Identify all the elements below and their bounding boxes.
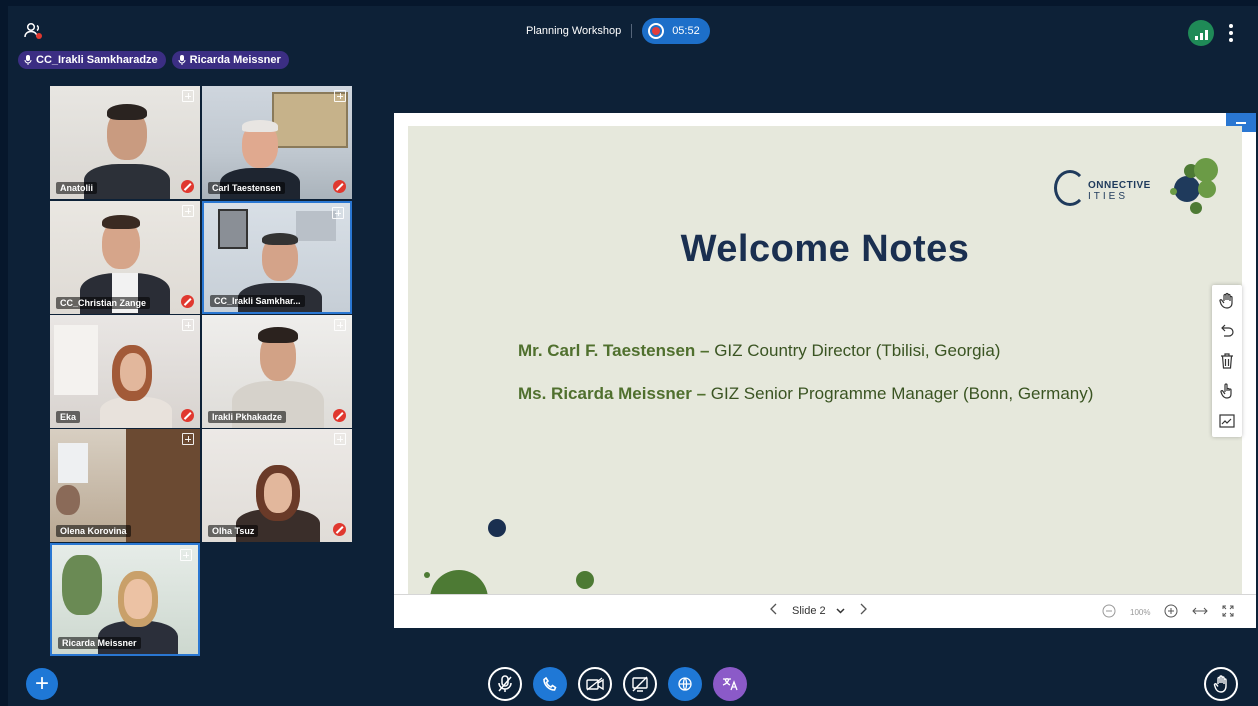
slide-line: Ms. Ricarda Meissner – GIZ Senior Progra… xyxy=(518,384,1094,403)
pointer-hand-icon[interactable] xyxy=(1215,378,1239,404)
participant-name: Olha Tsuz xyxy=(208,525,259,537)
expand-icon[interactable] xyxy=(182,319,194,331)
camera-off-icon[interactable] xyxy=(578,667,612,701)
muted-icon xyxy=(333,180,346,193)
talking-indicators: CC_Irakli Samkharadze Ricarda Meissner xyxy=(18,51,289,69)
decor-dot xyxy=(430,570,488,595)
video-tile[interactable]: Anatolii xyxy=(50,86,200,199)
plus-icon[interactable]: + xyxy=(26,668,58,700)
muted-icon xyxy=(181,295,194,308)
video-tile[interactable]: Olena Korovina xyxy=(50,429,200,542)
slide-navigation: Slide 2 xyxy=(770,603,867,618)
talker-name: CC_Irakli Samkharadze xyxy=(36,54,158,66)
participant-name: Irakli Pkhakadze xyxy=(208,411,287,423)
participant-name: Carl Taestensen xyxy=(208,182,285,194)
participant-name: Olena Korovina xyxy=(56,525,131,537)
meeting-title: Planning Workshop xyxy=(526,25,622,37)
recording-timer: 05:52 xyxy=(672,25,700,37)
previous-slide-icon[interactable] xyxy=(770,603,778,618)
expand-icon[interactable] xyxy=(334,319,346,331)
fullscreen-icon[interactable] xyxy=(1222,605,1234,619)
decor-dot xyxy=(576,571,594,589)
microphone-muted-icon[interactable] xyxy=(488,667,522,701)
participant-name: CC_Irakli Samkhar... xyxy=(210,295,305,307)
expand-icon[interactable] xyxy=(332,207,344,219)
slide-number: Slide 2 xyxy=(792,604,826,617)
participant-name: Anatolii xyxy=(56,182,97,194)
screen-share-off-icon[interactable] xyxy=(623,667,657,701)
divider xyxy=(631,24,633,38)
chevron-down-icon xyxy=(836,607,845,614)
slide: ONNECTIVE ITIES Welcome Notes Mr. Carl F… xyxy=(408,126,1242,595)
participant-name: CC_Christian Zange xyxy=(56,297,151,309)
globe-icon[interactable] xyxy=(668,667,702,701)
trash-icon[interactable] xyxy=(1215,348,1239,374)
next-slide-icon[interactable] xyxy=(859,603,867,618)
video-tile[interactable]: Carl Taestensen xyxy=(202,86,352,199)
expand-icon[interactable] xyxy=(182,433,194,445)
muted-icon xyxy=(181,180,194,193)
phone-audio-icon[interactable] xyxy=(533,667,567,701)
video-tile-active[interactable]: CC_Irakli Samkhar... xyxy=(202,201,352,314)
expand-icon[interactable] xyxy=(180,549,192,561)
video-tile[interactable]: CC_Christian Zange xyxy=(50,201,200,314)
expand-icon[interactable] xyxy=(182,205,194,217)
video-tile[interactable]: Olha Tsuz xyxy=(202,429,352,542)
meeting-header: Planning Workshop 05:52 xyxy=(526,18,710,44)
video-tile[interactable]: Irakli Pkhakadze xyxy=(202,315,352,428)
talker-name: Ricarda Meissner xyxy=(189,54,281,66)
participant-name: Ricarda Meissner xyxy=(58,637,141,649)
slide-line: Mr. Carl F. Taestensen – GIZ Country Dir… xyxy=(518,341,1001,360)
muted-icon xyxy=(181,409,194,422)
expand-icon[interactable] xyxy=(182,90,194,102)
zoom-in-icon[interactable] xyxy=(1164,604,1178,620)
recording-indicator[interactable]: 05:52 xyxy=(642,18,710,44)
video-tile-active[interactable]: Ricarda Meissner xyxy=(50,543,200,656)
connective-cities-logo: ONNECTIVE ITIES xyxy=(1052,158,1222,226)
connection-status-icon[interactable] xyxy=(1188,20,1214,46)
talker-pill[interactable]: CC_Irakli Samkharadze xyxy=(18,51,166,69)
slide-select[interactable]: Slide 2 xyxy=(792,605,845,617)
whiteboard-icon[interactable] xyxy=(1215,408,1239,434)
hand-pan-icon[interactable] xyxy=(1215,288,1239,314)
slide-title: Welcome Notes xyxy=(680,228,970,270)
zoom-controls: 100% xyxy=(1102,604,1234,620)
zoom-level: 100% xyxy=(1130,607,1151,617)
presentation-area: ONNECTIVE ITIES Welcome Notes Mr. Carl F… xyxy=(394,113,1256,628)
video-tile[interactable]: Eka xyxy=(50,315,200,428)
action-bar xyxy=(488,667,747,701)
undo-icon[interactable] xyxy=(1215,318,1239,344)
expand-icon[interactable] xyxy=(334,90,346,102)
record-icon xyxy=(648,23,665,39)
fit-width-icon[interactable] xyxy=(1192,606,1209,618)
microphone-icon xyxy=(178,55,186,65)
decor-dot xyxy=(488,519,506,537)
talker-pill[interactable]: Ricarda Meissner xyxy=(171,51,289,69)
decor-dot xyxy=(424,572,430,578)
expand-icon[interactable] xyxy=(334,433,346,445)
annotation-toolbar xyxy=(1212,285,1242,437)
muted-icon xyxy=(333,523,346,536)
participant-name: Eka xyxy=(56,411,81,423)
presentation-footer: Slide 2 100% xyxy=(394,594,1256,628)
muted-icon xyxy=(333,409,346,422)
raise-hand-icon[interactable] xyxy=(1204,667,1238,701)
translate-icon[interactable] xyxy=(713,667,747,701)
more-vertical-icon[interactable] xyxy=(1226,22,1236,44)
microphone-icon xyxy=(24,55,32,65)
zoom-out-icon[interactable] xyxy=(1102,604,1116,620)
users-icon[interactable] xyxy=(24,22,44,40)
